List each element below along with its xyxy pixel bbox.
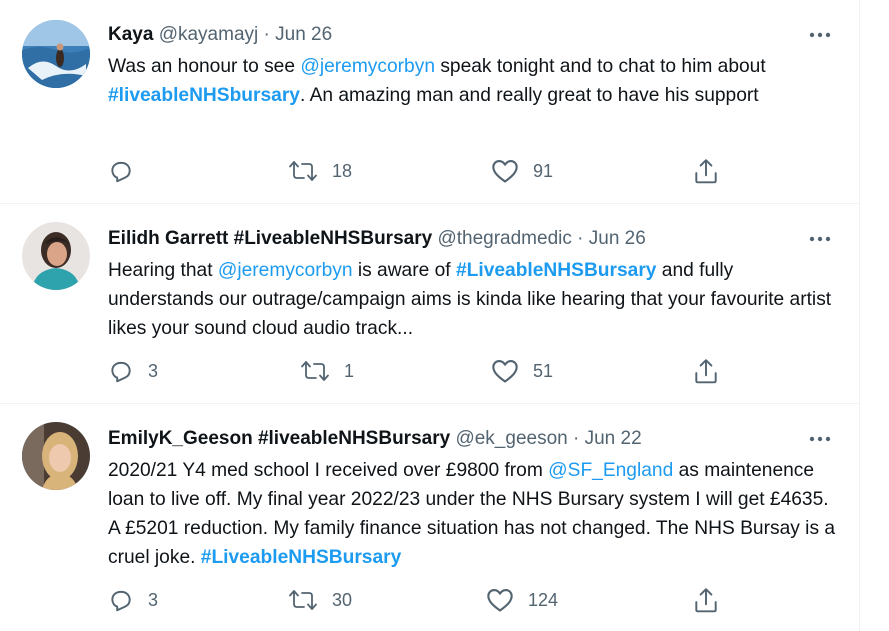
like-count: 124: [528, 589, 559, 610]
separator: ·: [573, 428, 580, 449]
text-run: 2020/21 Y4 med school I received over £9…: [108, 460, 549, 481]
heart-icon: [491, 158, 519, 184]
tweet-header: Kaya @kayamayj · Jun 26: [108, 22, 332, 48]
text-run: Was an honour to see: [108, 56, 301, 77]
share-button[interactable]: [693, 156, 719, 186]
tweet-header: EmilyK_Geeson #liveableNHSBursary @ek_ge…: [108, 426, 642, 452]
mention-link[interactable]: @jeremycorbyn: [218, 260, 353, 281]
more-icon[interactable]: [805, 22, 835, 48]
like-button[interactable]: 124: [486, 585, 558, 615]
separator: ·: [263, 24, 270, 45]
share-icon: [693, 586, 719, 614]
retweet-button[interactable]: 30: [288, 585, 352, 615]
retweet-icon: [288, 158, 318, 184]
avatar[interactable]: [22, 222, 90, 290]
author-handle[interactable]: @kayamayj: [159, 24, 259, 45]
reply-button[interactable]: 3: [108, 356, 158, 386]
reply-count: 3: [148, 360, 159, 381]
like-button[interactable]: 91: [491, 156, 553, 186]
retweet-button[interactable]: 18: [288, 156, 352, 186]
text-run: . An amazing man and really great to hav…: [299, 85, 759, 106]
tweet-date[interactable]: Jun 26: [275, 24, 332, 45]
retweet-count: 30: [332, 589, 353, 610]
like-count: 51: [533, 360, 554, 381]
tweet[interactable]: Kaya @kayamayj · Jun 26 Was an honour to…: [0, 0, 859, 204]
more-icon[interactable]: [805, 226, 835, 252]
reply-button[interactable]: [108, 156, 148, 186]
separator: ·: [577, 228, 584, 249]
author-handle[interactable]: @thegradmedic: [437, 228, 571, 249]
avatar[interactable]: [22, 422, 90, 490]
share-icon: [693, 157, 719, 185]
heart-icon: [491, 358, 519, 384]
mention-link[interactable]: @SF_England: [548, 460, 673, 481]
retweet-icon: [288, 587, 318, 613]
retweet-count: 1: [344, 360, 355, 381]
reply-icon: [108, 587, 134, 613]
retweet-icon: [300, 358, 330, 384]
tweet[interactable]: EmilyK_Geeson #liveableNHSBursary @ek_ge…: [0, 404, 859, 631]
text-run: is aware of: [352, 260, 456, 281]
timeline: Kaya @kayamayj · Jun 26 Was an honour to…: [0, 0, 860, 631]
tweet-date[interactable]: Jun 22: [585, 428, 642, 449]
hashtag-link[interactable]: #LiveableNHSBursary: [456, 260, 657, 281]
mention-link[interactable]: @jeremycorbyn: [300, 56, 435, 77]
reply-count: 3: [148, 589, 159, 610]
author-name[interactable]: Kaya: [108, 24, 153, 45]
retweet-button[interactable]: 1: [300, 356, 354, 386]
share-button[interactable]: [693, 356, 719, 386]
tweet-date[interactable]: Jun 26: [589, 228, 646, 249]
tweet-actions: 3 1 51: [108, 356, 748, 386]
hashtag-link[interactable]: #liveableNHSbursary: [108, 85, 300, 106]
like-button[interactable]: 51: [491, 356, 553, 386]
reply-icon: [108, 358, 134, 384]
reply-icon: [108, 158, 134, 184]
tweet-text: 2020/21 Y4 med school I received over £9…: [108, 456, 843, 572]
retweet-count: 18: [332, 160, 353, 181]
like-count: 91: [533, 160, 554, 181]
author-name[interactable]: Eilidh Garrett #LiveableNHSBursary: [108, 228, 432, 249]
reply-button[interactable]: 3: [108, 585, 158, 615]
text-run: speak tonight and to chat to him about: [434, 56, 766, 77]
avatar[interactable]: [22, 20, 90, 88]
share-button[interactable]: [693, 585, 719, 615]
text-run: Hearing that: [108, 260, 218, 281]
tweet-actions: 18 91: [108, 156, 748, 186]
heart-icon: [486, 587, 514, 613]
share-icon: [693, 357, 719, 385]
tweet-text: Was an honour to see @jeremycorbyn speak…: [108, 52, 843, 110]
more-icon[interactable]: [805, 426, 835, 452]
tweet-actions: 3 30 124: [108, 585, 748, 615]
tweet-header: Eilidh Garrett #LiveableNHSBursary @theg…: [108, 226, 646, 252]
tweet[interactable]: Eilidh Garrett #LiveableNHSBursary @theg…: [0, 204, 859, 404]
author-handle[interactable]: @ek_geeson: [455, 428, 567, 449]
tweet-text: Hearing that @jeremycorbyn is aware of #…: [108, 256, 843, 343]
author-name[interactable]: EmilyK_Geeson #liveableNHSBursary: [108, 428, 450, 449]
hashtag-link[interactable]: #LiveableNHSBursary: [201, 547, 402, 568]
